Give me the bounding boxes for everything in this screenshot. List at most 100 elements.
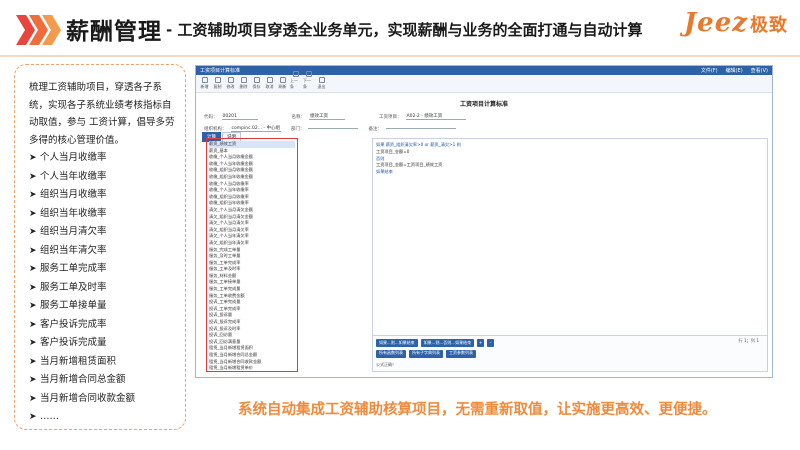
list-item[interactable]: 清欠_个人当年清欠率 (209, 233, 295, 240)
toolbar-button[interactable]: 修改 (225, 77, 236, 90)
aux-item-list[interactable]: 薪资_绩效工资 薪资_基本 收缴_个人当月收缴金额 收缴_个人当年收缴金额 收缴_组织当… (206, 138, 298, 372)
app-window: 工资项目计算标准 文件(F) 编辑(E) 查看(V) 新增 复制 修改 删除 保存 取消 刷新上… (195, 65, 773, 378)
indicator-item: ➤ 组织当年清欠率 (29, 242, 175, 261)
list-item[interactable]: 清欠_组织当年清欠率 (209, 240, 295, 247)
dept-field[interactable] (308, 128, 359, 129)
list-item[interactable]: 收缴_个人当月收缴金额 (209, 154, 295, 161)
salary-item-label: 工资项目： (379, 114, 402, 120)
toolbar-icon (253, 77, 260, 83)
formula-insert-button[interactable]: 所有子字典列表 (409, 349, 443, 358)
arrow-icon: ➤ (29, 171, 37, 182)
formula-status: 公式正确！ (376, 362, 396, 368)
list-item[interactable]: 收缴_组织当年收缴率 (209, 200, 295, 207)
list-item[interactable]: 清欠_个人当月清欠率 (209, 220, 295, 227)
formula-insert-button[interactable]: 如果...则...如果结束 (376, 339, 418, 347)
toolbar-button[interactable]: 退出 (316, 77, 327, 90)
logo-text-en: Jeez (683, 8, 748, 38)
formula-buttons: 如果...则...如果结束 如果...则...否则...如果结束 + - 所有函数列表所… (376, 339, 506, 358)
arrow-icon: ➤ (29, 190, 37, 200)
formula-insert-button[interactable]: 工资参数列表 (446, 349, 476, 358)
indicator-item: ➤ 个人当月收缴率 (29, 149, 175, 168)
list-item[interactable]: 租赁_当月新增合同总金额 (209, 352, 295, 359)
formula-insert-button[interactable]: 所有函数列表 (376, 349, 406, 358)
list-item[interactable]: 租赁_当月新增租赁面积 (209, 345, 295, 352)
formula-line: 如果 薪资_组织清欠率>0 or 薪资_清欠>1 则 (376, 142, 461, 147)
list-item[interactable]: 收缴_组织当月收缴金额 (209, 167, 295, 174)
indicator-panel: 梳理工资辅助项目，穿透各子系统，实现各子系统业绩考核指标自动取值，参与 工资计算… (14, 64, 186, 430)
toolbar-label: 保存 (252, 84, 261, 89)
list-item[interactable]: 服务_工单完成量 (209, 286, 295, 293)
list-item[interactable]: 清欠_个人当月清欠金额 (209, 207, 295, 214)
toolbar-button[interactable]: 删除 (238, 77, 249, 90)
arrow-icon: ➤ (29, 282, 37, 293)
list-item[interactable]: 服务_及时工单量 (209, 253, 295, 260)
formula-line: 工资项目_金额=工资项目_绩效工资 (376, 162, 443, 168)
salary-item-field[interactable]: A02-2 - 绩效工资 (405, 113, 466, 120)
indicator-item: ➤ 服务工单接单量 (29, 297, 175, 316)
arrow-icon: ➤ (29, 264, 37, 274)
formula-insert-button[interactable]: - (487, 339, 495, 347)
toolbar-button[interactable]: 复制 (212, 77, 223, 90)
toolbar-button[interactable]: 保存 (251, 77, 262, 90)
code-field[interactable]: 00201 (221, 114, 258, 120)
formula-line: 工资项目_金额=0 (376, 148, 410, 154)
toolbar-label: 退出 (317, 84, 326, 89)
arrow-icon: ➤ (29, 412, 37, 422)
toolbar-button[interactable]: 取消 (264, 77, 275, 90)
arrow-icon: ➤ (29, 319, 37, 330)
dept-label: 部门： (290, 126, 305, 132)
list-item[interactable]: 投诉_回访量 (209, 332, 295, 339)
indicator-label: 组织当月收缴率 (40, 189, 107, 200)
formula-text[interactable]: 如果 薪资_组织清欠率>0 or 薪资_清欠>1 则工资项目_金额=0 否则 工资项… (376, 142, 764, 176)
toolbar-icon (292, 71, 299, 77)
indicator-item: ➤ 组织当月清欠率 (29, 223, 175, 242)
chevron-right-icon (16, 15, 61, 45)
toolbar-button[interactable]: 上一条 (290, 71, 301, 90)
org-field[interactable]: compinc.02... - 中心组 (230, 125, 281, 132)
indicator-label: 个人当月收缴率 (40, 152, 107, 163)
list-item[interactable]: 租赁_当月新增租赁单价 (209, 365, 295, 371)
name-label: 名称： (291, 114, 306, 120)
indicator-label: 服务工单完成率 (40, 263, 107, 274)
indicator-item: ➤ 组织当月收缴率 (29, 186, 175, 205)
toolbar-label: 刷新 (278, 84, 287, 89)
indicator-item: ➤ 服务工单及时率 (29, 279, 175, 298)
toolbar-label: 复制 (213, 84, 222, 89)
name-field[interactable]: 绩效工资 (309, 113, 345, 120)
toolbar-label: 新增 (200, 84, 209, 89)
menu-item[interactable]: 查看(V) (751, 67, 768, 74)
toolbar-button[interactable]: 刷新 (277, 77, 288, 90)
menu-item[interactable]: 编辑(E) (726, 67, 743, 74)
formula-insert-button[interactable]: + (477, 339, 485, 347)
formula-insert-button[interactable]: 如果...则...否则...如果结束 (420, 339, 475, 347)
list-item[interactable]: 收缴_组织当年收缴金额 (209, 174, 295, 181)
formula-editor[interactable]: 如果 薪资_组织清欠率>0 or 薪资_清欠>1 则工资项目_金额=0 否则 工资项… (372, 138, 768, 372)
header: 薪酬管理 - 工资辅助项目穿透全业务单元，实现薪酬与业务的全面打通与自动计算 J… (0, 0, 800, 62)
list-item[interactable]: 薪资_绩效工资 (209, 141, 295, 148)
panel-intro: 梳理工资辅助项目，穿透各子系统，实现各子系统业绩考核指标自动取值，参与 工资计算… (29, 82, 175, 146)
toolbar-icon (240, 77, 247, 83)
indicator-item: ➤ 组织当年收缴率 (29, 205, 175, 224)
code-label: 代码： (204, 114, 218, 120)
toolbar-label: 取消 (265, 84, 274, 89)
toolbar: 新增 复制 修改 删除 保存 取消 刷新 上一条 下一条 退出 (196, 71, 772, 93)
list-item[interactable]: 服务_工单及时率 (209, 266, 295, 273)
indicator-label: 当月新增合同收款金额 (40, 392, 136, 404)
toolbar-icon (266, 77, 273, 83)
window-title: 工资项目计算标准 (200, 68, 241, 74)
logo-text-cn: 极致 (750, 15, 788, 36)
toolbar-label: 修改 (226, 84, 235, 89)
remark-field[interactable] (385, 128, 456, 129)
list-item[interactable]: 收缴_个人当年收缴率 (209, 187, 295, 194)
list-item[interactable]: 投诉_工单完成量 (209, 299, 295, 306)
cursor-position: 行 1；列 1 (738, 338, 759, 343)
header-divider (0, 55, 800, 57)
indicator-item: ➤ 当月新增租赁面积 (29, 353, 175, 372)
arrow-icon: ➤ (29, 227, 37, 237)
list-item[interactable]: 投诉_投诉完成率 (209, 319, 295, 326)
toolbar-button[interactable]: 新增 (199, 77, 210, 90)
toolbar-label: 删除 (239, 84, 248, 89)
toolbar-button[interactable]: 下一条 (303, 71, 314, 90)
menu-item[interactable]: 文件(F) (701, 67, 718, 74)
indicator-item: ➤ 服务工单完成率 (29, 260, 175, 279)
